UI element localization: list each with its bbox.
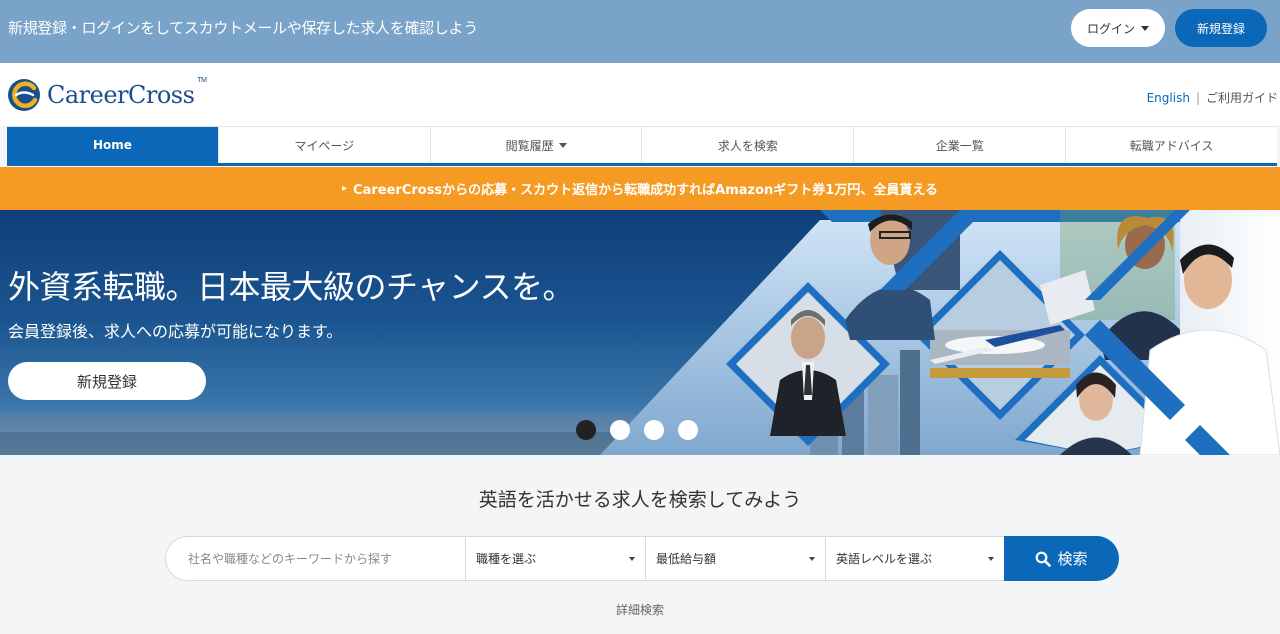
search-button[interactable]: 検索	[1004, 536, 1119, 581]
login-button[interactable]: ログイン	[1071, 9, 1165, 47]
carousel-indicators	[576, 420, 698, 440]
keyword-search-input[interactable]	[165, 536, 465, 581]
nav-career-advice[interactable]: 転職アドバイス	[1065, 127, 1277, 163]
logo-text: CareerCross TM	[47, 77, 207, 109]
chevron-down-icon	[1141, 25, 1149, 31]
top-promo-bar: 新規登録・ログインをしてスカウトメールや保存した求人を確認しよう ログイン 新規…	[0, 0, 1280, 63]
main-nav: Home マイページ 閲覧履歴 求人を検索 企業一覧 転職アドバイス	[7, 126, 1277, 166]
search-icon	[1036, 551, 1052, 567]
carousel-dot-3[interactable]	[644, 420, 664, 440]
hero-register-button[interactable]: 新規登録	[8, 362, 206, 400]
logo-icon	[8, 79, 40, 111]
hero-carousel: 外資系転職。日本最大級のチャンスを。 会員登録後、求人への応募が可能になります。…	[0, 210, 1280, 455]
guide-link[interactable]: ご利用ガイド	[1206, 89, 1278, 106]
carousel-dot-4[interactable]	[678, 420, 698, 440]
site-header: CareerCross TM English | ご利用ガイド	[0, 63, 1280, 126]
nav-history[interactable]: 閲覧履歴	[429, 127, 642, 163]
topbar-message: 新規登録・ログインをしてスカウトメールや保存した求人を確認しよう	[8, 19, 478, 37]
chevron-down-icon	[558, 142, 567, 148]
chevron-down-icon	[629, 556, 635, 561]
careercross-logo[interactable]: CareerCross TM	[7, 77, 207, 112]
salary-select-label: 最低給与額	[656, 552, 717, 566]
advanced-search-link[interactable]: 詳細検索	[616, 603, 664, 617]
register-button[interactable]: 新規登録	[1175, 9, 1267, 47]
chevron-down-icon	[809, 556, 815, 561]
header-links: English | ご利用ガイド	[1147, 89, 1278, 106]
promo-text: CareerCrossからの応募・スカウト返信から転職成功すればAmazonギフ…	[353, 183, 938, 198]
english-level-select-label: 英語レベルを選ぶ	[836, 552, 933, 566]
hero-title: 外資系転職。日本最大級のチャンスを。	[8, 268, 575, 306]
nav-history-label: 閲覧履歴	[505, 138, 554, 153]
logo-trademark: TM	[197, 77, 207, 84]
logo-wordmark: CareerCross	[47, 81, 195, 109]
nav-mypage[interactable]: マイページ	[217, 127, 430, 163]
nav-job-search[interactable]: 求人を検索	[641, 127, 853, 163]
job-type-select[interactable]: 職種を選ぶ	[465, 536, 645, 581]
job-type-select-label: 職種を選ぶ	[476, 552, 537, 566]
advanced-search: 詳細検索	[0, 601, 1280, 618]
login-label: ログイン	[1086, 21, 1135, 36]
chevron-right-icon: ▸	[342, 183, 348, 194]
english-link[interactable]: English	[1147, 91, 1190, 105]
hero-subtitle: 会員登録後、求人への応募が可能になります。	[8, 322, 343, 341]
amazon-gift-promo-banner[interactable]: ▸ CareerCrossからの応募・スカウト返信から転職成功すればAmazon…	[0, 167, 1280, 210]
english-level-select[interactable]: 英語レベルを選ぶ	[825, 536, 1004, 581]
nav-home[interactable]: Home	[7, 127, 218, 163]
salary-select[interactable]: 最低給与額	[645, 536, 825, 581]
nav-companies[interactable]: 企業一覧	[853, 127, 1065, 163]
link-separator: |	[1195, 90, 1200, 105]
search-heading: 英語を活かせる求人を検索してみよう	[478, 489, 802, 511]
carousel-dot-2[interactable]	[610, 420, 630, 440]
job-search-bar: 職種を選ぶ 最低給与額 英語レベルを選ぶ 検索	[165, 536, 1119, 581]
carousel-dot-1[interactable]	[576, 420, 596, 440]
chevron-down-icon	[988, 556, 994, 561]
search-button-label: 検索	[1057, 550, 1088, 568]
